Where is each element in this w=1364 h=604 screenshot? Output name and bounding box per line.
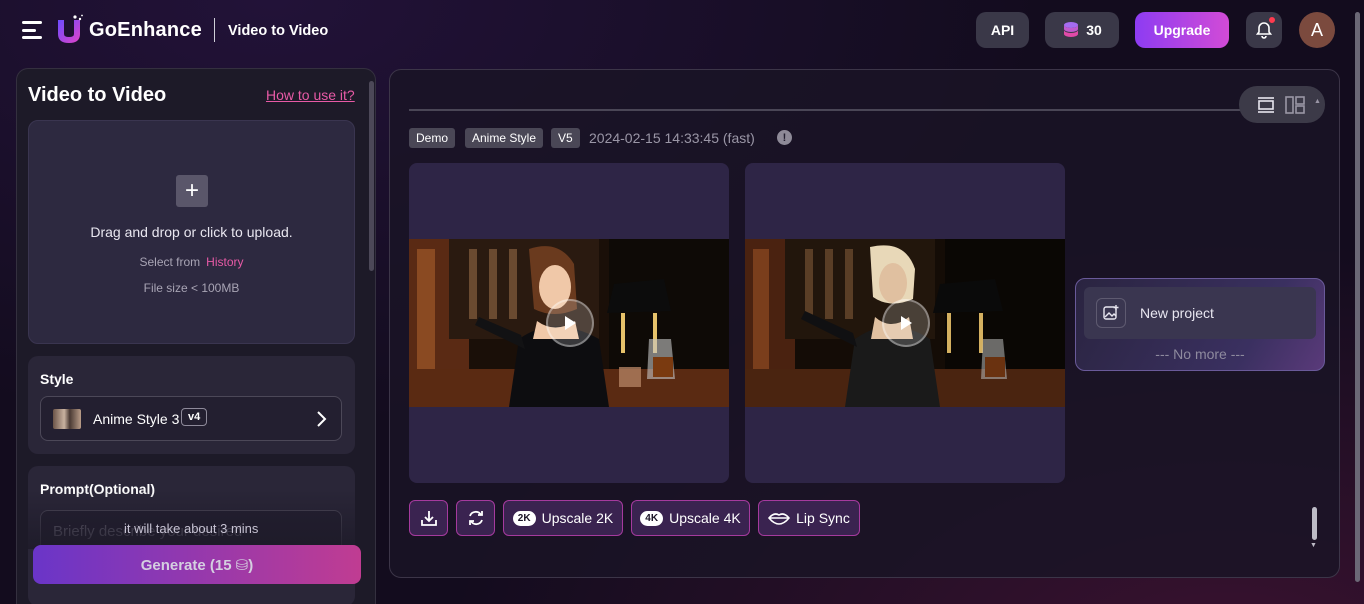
upscale-2k-label: Upscale 2K	[541, 510, 614, 526]
refresh-icon	[468, 510, 483, 526]
upgrade-button[interactable]: Upgrade	[1135, 12, 1229, 48]
play-button[interactable]	[546, 299, 594, 347]
chevron-right-icon	[317, 411, 327, 427]
download-icon	[420, 511, 437, 526]
credits-button[interactable]: 30	[1045, 12, 1119, 48]
single-view-icon[interactable]	[1257, 97, 1275, 113]
results-panel: ▲ Demo Anime Style V5 2024-02-15 14:33:4…	[389, 69, 1340, 578]
result-video-original[interactable]	[745, 163, 1065, 483]
view-toggle[interactable]: ▲	[1239, 86, 1325, 123]
header-divider	[214, 18, 215, 42]
lips-icon	[768, 513, 791, 525]
scroll-down-arrow-icon[interactable]: ▼	[1310, 542, 1317, 549]
panel-title: Video to Video	[28, 84, 167, 106]
play-icon	[565, 316, 576, 330]
style-thumbnail	[53, 409, 81, 429]
lip-sync-label: Lip Sync	[796, 510, 850, 526]
style-selector[interactable]: Anime Style 3 v4	[40, 396, 342, 441]
new-project-card: New project --- No more ---	[1075, 278, 1325, 371]
page-scrollbar[interactable]	[1352, 0, 1364, 604]
page-title: Video to Video	[228, 23, 329, 39]
prompt-label: Prompt(Optional)	[40, 481, 156, 497]
upscale-2k-button[interactable]: 2K Upscale 2K	[503, 500, 623, 536]
generation-timestamp: 2024-02-15 14:33:45 (fast)	[589, 130, 755, 146]
top-header: GoEnhance Video to Video API 30 Upgrade …	[0, 0, 1364, 62]
bell-icon	[1255, 22, 1273, 39]
add-image-icon	[1096, 298, 1126, 328]
plus-icon: +	[176, 175, 208, 207]
notifications-button[interactable]	[1246, 12, 1282, 48]
coins-icon	[1064, 22, 1079, 37]
api-button[interactable]: API	[976, 12, 1029, 48]
hamburger-menu-icon[interactable]	[22, 21, 42, 39]
new-project-button[interactable]: New project	[1084, 287, 1316, 339]
2k-badge: 2K	[512, 510, 536, 526]
play-button[interactable]	[882, 299, 930, 347]
result-video-anime[interactable]	[409, 163, 729, 483]
download-button[interactable]	[409, 500, 448, 536]
history-link[interactable]: History	[206, 255, 243, 269]
tag-version: V5	[551, 128, 580, 148]
4k-badge: 4K	[640, 510, 664, 526]
results-divider	[409, 109, 1241, 111]
upscale-4k-label: Upscale 4K	[669, 510, 741, 526]
style-section: Style Anime Style 3 v4	[28, 356, 355, 454]
generate-button[interactable]: Generate (15 ⛁)	[33, 545, 361, 584]
style-label: Style	[40, 371, 74, 387]
lip-sync-button[interactable]: Lip Sync	[758, 500, 860, 536]
regenerate-button[interactable]	[456, 500, 495, 536]
new-project-label: New project	[1140, 305, 1214, 321]
panel-scrollbar[interactable]	[369, 81, 374, 271]
file-size-limit: File size < 100MB	[143, 281, 240, 295]
goenhance-logo-icon[interactable]	[54, 14, 84, 46]
brand-name[interactable]: GoEnhance	[89, 19, 202, 42]
play-icon	[901, 316, 912, 330]
notification-dot	[1269, 17, 1275, 23]
upscale-4k-button[interactable]: 4K Upscale 4K	[631, 500, 750, 536]
page-scrollbar-thumb[interactable]	[1355, 12, 1360, 582]
credits-count: 30	[1086, 22, 1102, 38]
style-name: Anime Style 3	[93, 411, 180, 427]
left-settings-panel: Video to Video How to use it? + Drag and…	[16, 68, 376, 604]
grid-view-icon[interactable]	[1285, 96, 1305, 114]
eta-text: it will take about 3 mins	[124, 521, 259, 536]
select-from-line: Select from History	[29, 255, 354, 269]
no-more-text: --- No more ---	[1155, 346, 1245, 362]
info-icon[interactable]: !	[777, 130, 792, 145]
upload-dropzone[interactable]: + Drag and drop or click to upload. Sele…	[28, 120, 355, 344]
style-version-badge: v4	[181, 408, 208, 426]
toggle-caret-icon: ▲	[1314, 98, 1321, 105]
select-from-label: Select from	[139, 255, 201, 269]
tag-demo: Demo	[409, 128, 456, 148]
user-avatar[interactable]: A	[1299, 12, 1335, 48]
how-to-use-link[interactable]: How to use it?	[266, 87, 355, 103]
results-scrollbar[interactable]	[1312, 507, 1317, 540]
upload-instructions: Drag and drop or click to upload.	[90, 224, 293, 240]
tag-style: Anime Style	[465, 128, 544, 148]
